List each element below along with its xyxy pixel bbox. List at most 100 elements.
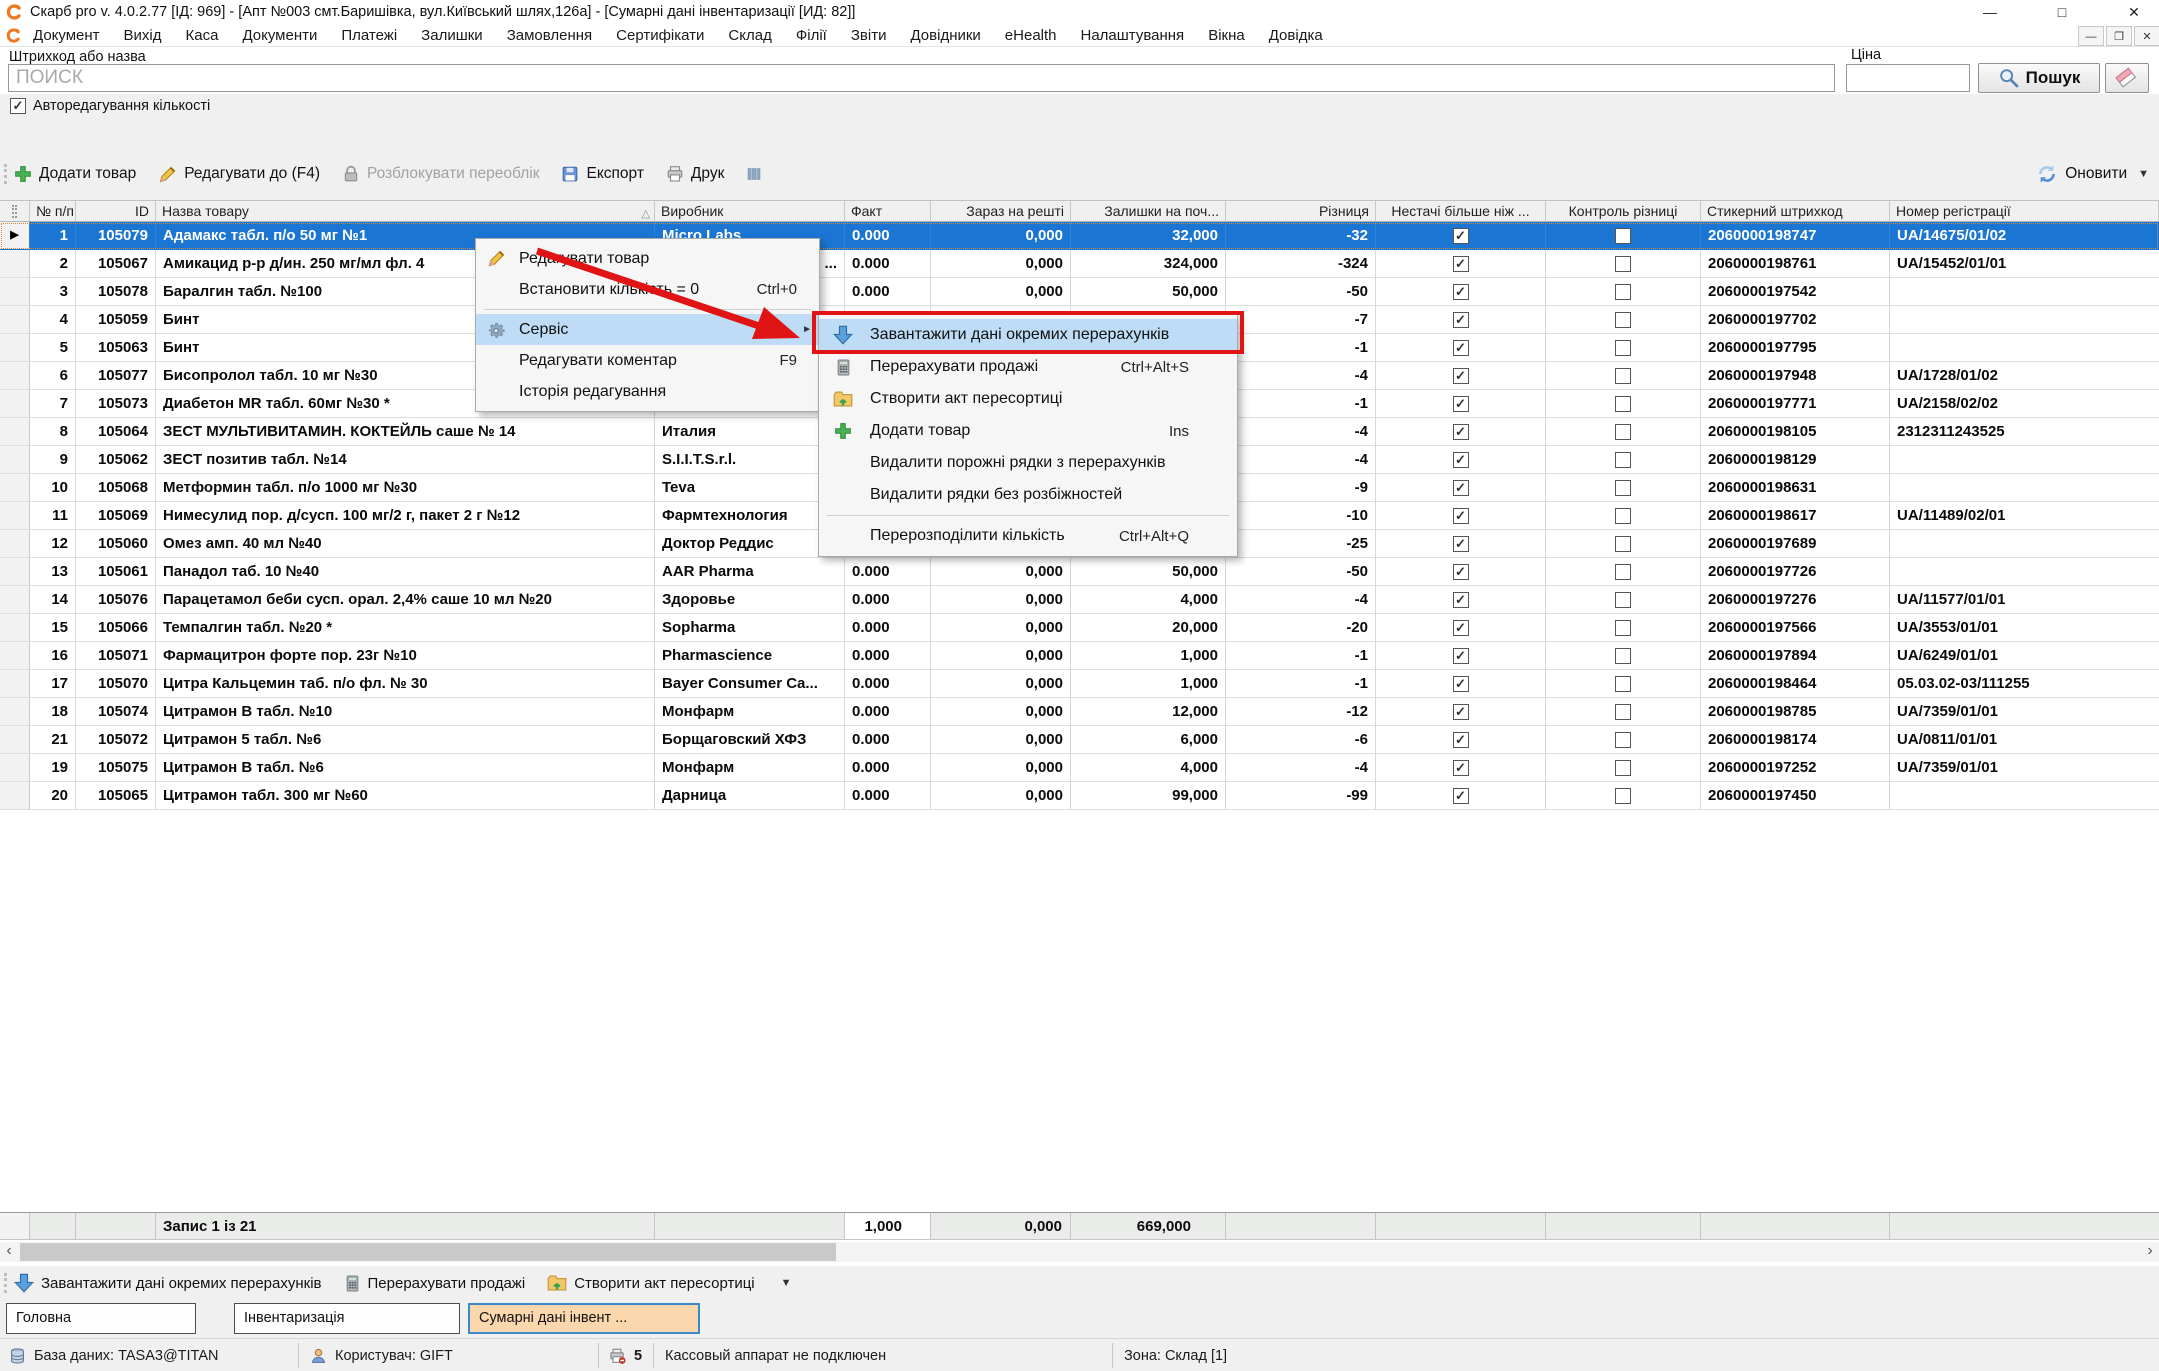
column-header-now[interactable]: Зараз на решті [931,201,1071,221]
refresh-dropdown-icon[interactable]: ▼ [2138,168,2149,180]
menu-stock[interactable]: Залишки [409,27,495,44]
control-checkbox[interactable] [1615,452,1631,468]
menu-item-add-product[interactable]: Додати товарIns [819,415,1237,447]
tab-summary-inventory[interactable]: Сумарні дані інвент ... [468,1303,700,1334]
menu-item-delete-empty-rows[interactable]: Видалити порожні рядки з перерахунків [819,447,1237,479]
control-checkbox[interactable] [1615,536,1631,552]
menu-windows[interactable]: Вікна [1196,27,1257,44]
menu-item-set-quantity-zero[interactable]: Встановити кількість = 0Ctrl+0 [476,274,819,305]
shortage-checkbox[interactable] [1453,732,1469,748]
mdi-restore-button[interactable]: ❐ [2106,26,2132,46]
control-checkbox[interactable] [1615,648,1631,664]
unlock-recount-button[interactable]: Розблокувати переоблік [342,165,540,183]
menu-certificates[interactable]: Сертифікати [604,27,716,44]
menu-item-load-individual-recounts[interactable]: Завантажити дані окремих перерахунків [819,319,1237,351]
shortage-checkbox[interactable] [1453,256,1469,272]
columns-button[interactable] [746,165,762,183]
shortage-checkbox[interactable] [1453,536,1469,552]
shortage-checkbox[interactable] [1453,648,1469,664]
menu-item-recalculate-sales[interactable]: Перерахувати продажіCtrl+Alt+S [819,351,1237,383]
table-row[interactable]: 18105074Цитрамон В табл. №10Монфарм0.000… [0,698,2159,726]
column-header-start[interactable]: Залишки на поч... [1071,201,1226,221]
column-header-reg[interactable]: Номер регістрації [1890,201,2159,221]
menu-warehouse[interactable]: Склад [716,27,783,44]
control-checkbox[interactable] [1615,704,1631,720]
mdi-minimize-button[interactable]: — [2078,26,2104,46]
clear-button[interactable] [2105,63,2149,93]
table-row[interactable]: ▶1105079Адамакс табл. п/о 50 мг №1Micro … [0,222,2159,250]
menu-exit[interactable]: Вихід [112,27,174,44]
refresh-button[interactable]: Оновити ▼ [2036,156,2149,192]
menu-help[interactable]: Довідка [1257,27,1335,44]
control-checkbox[interactable] [1615,592,1631,608]
search-button[interactable]: Пошук [1978,63,2100,93]
load-individual-recounts-button[interactable]: Завантажити дані окремих перерахунків [14,1273,322,1293]
shortage-checkbox[interactable] [1453,620,1469,636]
shortage-checkbox[interactable] [1453,228,1469,244]
shortage-checkbox[interactable] [1453,676,1469,692]
shortage-checkbox[interactable] [1453,508,1469,524]
menu-ehealth[interactable]: eHealth [993,27,1069,44]
menu-item-create-resort-act[interactable]: Створити акт пересортиці [819,383,1237,415]
menu-item-edit-history[interactable]: Історія редагування [476,376,819,407]
menu-item-redistribute-quantity[interactable]: Перерозподілити кількістьCtrl+Alt+Q [819,520,1237,552]
menu-item-edit-product[interactable]: Редагувати товар [476,243,819,274]
menu-item-service[interactable]: Сервіс► [476,314,819,345]
shortage-checkbox[interactable] [1453,340,1469,356]
h-scrollbar-thumb[interactable] [20,1243,836,1261]
table-row[interactable]: 13105061Панадол таб. 10 №40AAR Pharma0.0… [0,558,2159,586]
shortage-checkbox[interactable] [1453,480,1469,496]
column-header-id[interactable]: ID [76,201,156,221]
minimize-button[interactable]: — [1968,0,2012,24]
shortage-checkbox[interactable] [1453,368,1469,384]
menu-orders[interactable]: Замовлення [495,27,604,44]
tab-main[interactable]: Головна [6,1303,196,1334]
shortage-checkbox[interactable] [1453,424,1469,440]
column-header-short[interactable]: Нестачі більше ніж ... [1376,201,1546,221]
menu-directories[interactable]: Довідники [898,27,992,44]
table-row[interactable]: 2105067Амикацид р-р д/ин. 250 мг/мл фл. … [0,250,2159,278]
control-checkbox[interactable] [1615,788,1631,804]
column-header-diff[interactable]: Різниця [1226,201,1376,221]
menu-branches[interactable]: Філії [784,27,839,44]
control-checkbox[interactable] [1615,732,1631,748]
control-checkbox[interactable] [1615,340,1631,356]
shortage-checkbox[interactable] [1453,704,1469,720]
column-header-sticker[interactable]: Стикерний штрихкод [1701,201,1890,221]
scroll-right-icon[interactable]: › [2141,1242,2159,1262]
column-header-vendor[interactable]: Виробник [655,201,845,221]
menu-settings[interactable]: Налаштування [1069,27,1197,44]
column-header-name[interactable]: Назва товару△ [156,201,655,221]
control-checkbox[interactable] [1615,480,1631,496]
table-row[interactable]: 21105072Цитрамон 5 табл. №6Борщаговский … [0,726,2159,754]
create-resort-act-button[interactable]: Створити акт пересортиці [547,1273,754,1293]
menu-item-edit-comment[interactable]: Редагувати коментарF9 [476,345,819,376]
control-checkbox[interactable] [1615,368,1631,384]
control-checkbox[interactable] [1615,760,1631,776]
close-button[interactable]: ✕ [2112,0,2156,24]
bottom-toolbar-dropdown-icon[interactable]: ▼ [781,1277,792,1289]
menu-payments[interactable]: Платежі [329,27,409,44]
table-row[interactable]: 16105071Фармацитрон форте пор. 23г №10Ph… [0,642,2159,670]
control-checkbox[interactable] [1615,564,1631,580]
print-button[interactable]: Друк [666,165,724,183]
table-row[interactable]: 15105066Темпалгин табл. №20 *Sopharma0.0… [0,614,2159,642]
shortage-checkbox[interactable] [1453,564,1469,580]
control-checkbox[interactable] [1615,508,1631,524]
control-checkbox[interactable] [1615,424,1631,440]
control-checkbox[interactable] [1615,284,1631,300]
shortage-checkbox[interactable] [1453,452,1469,468]
add-product-button[interactable]: Додати товар [14,165,136,183]
scroll-left-icon[interactable]: ‹ [0,1242,18,1262]
control-checkbox[interactable] [1615,312,1631,328]
autoedit-checkbox[interactable] [10,98,26,114]
column-header-marker[interactable] [0,201,30,221]
control-checkbox[interactable] [1615,676,1631,692]
shortage-checkbox[interactable] [1453,788,1469,804]
menu-cash[interactable]: Каса [174,27,231,44]
table-row[interactable]: 20105065Цитрамон табл. 300 мг №60Дарница… [0,782,2159,810]
table-row[interactable]: 14105076Парацетамол беби сусп. орал. 2,4… [0,586,2159,614]
shortage-checkbox[interactable] [1453,592,1469,608]
shortage-checkbox[interactable] [1453,760,1469,776]
shortage-checkbox[interactable] [1453,396,1469,412]
